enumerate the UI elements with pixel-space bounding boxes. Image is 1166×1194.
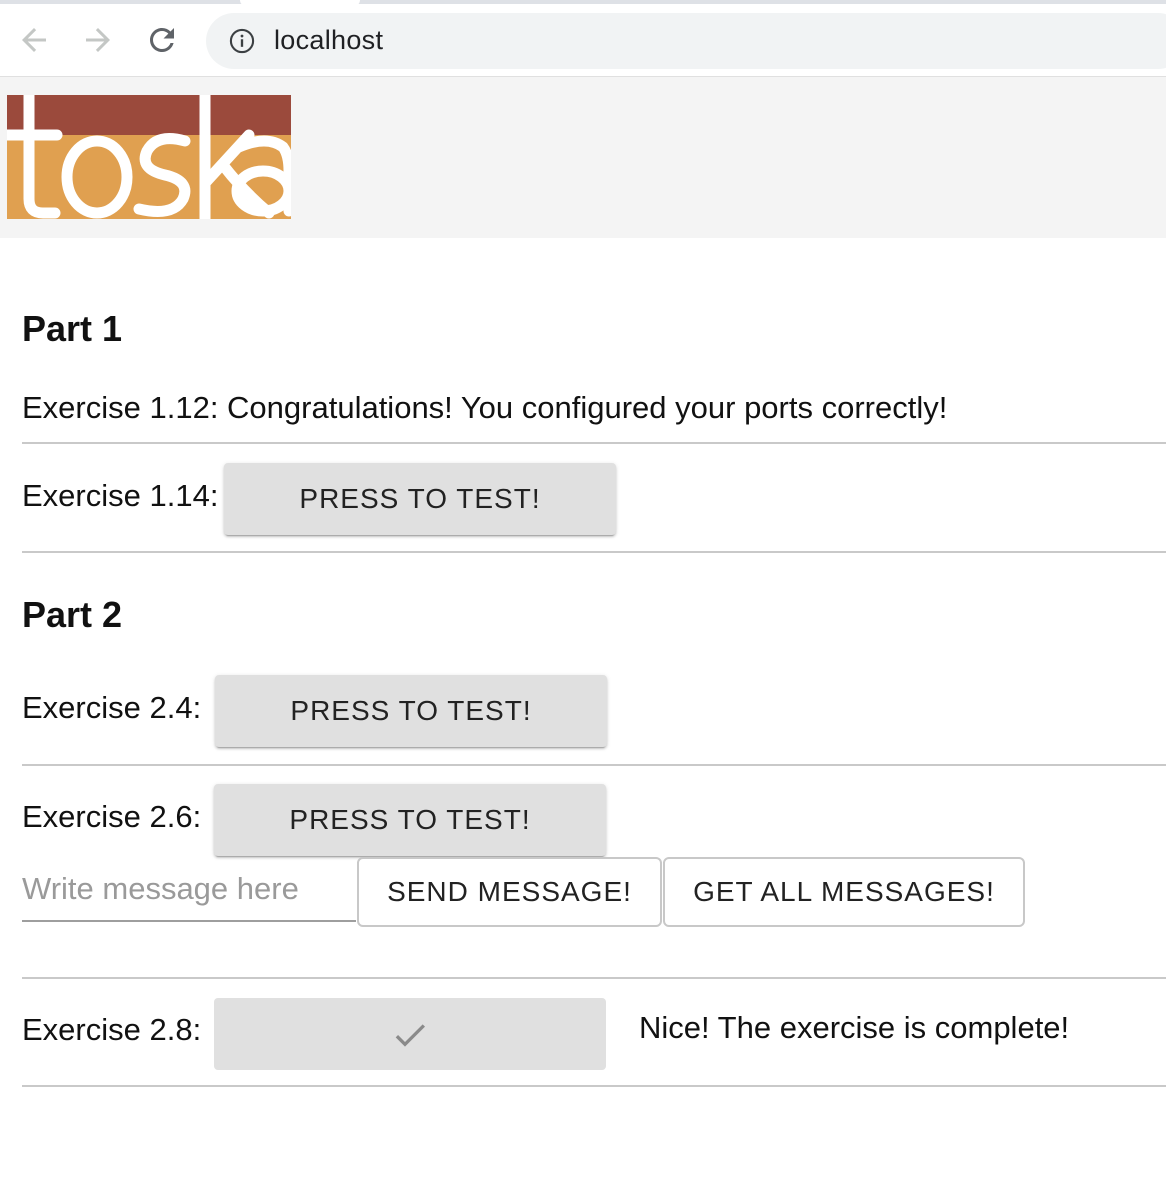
send-message-button[interactable]: SEND MESSAGE! bbox=[357, 857, 662, 927]
exercise-1-14-label: Exercise 1.14: bbox=[22, 478, 219, 513]
address-bar[interactable]: localhost bbox=[206, 13, 1166, 69]
part2-title: Part 2 bbox=[22, 594, 123, 635]
exercise-2-8-label: Exercise 2.8: bbox=[22, 1012, 202, 1047]
browser-toolbar: localhost bbox=[0, 4, 1166, 77]
page-header bbox=[0, 77, 1166, 238]
arrow-left-icon bbox=[22, 28, 46, 52]
exercise-2-4-test-button[interactable]: PRESS TO TEST! bbox=[215, 675, 607, 747]
exercise-2-8-done-button bbox=[214, 998, 606, 1070]
divider bbox=[22, 764, 1166, 766]
exercise-2-4-label: Exercise 2.4: bbox=[22, 690, 202, 725]
divider bbox=[22, 1085, 1166, 1087]
arrow-right-icon bbox=[86, 28, 110, 52]
exercise-1-12-text: Exercise 1.12: Congratulations! You conf… bbox=[22, 390, 948, 425]
info-icon[interactable] bbox=[228, 27, 256, 55]
reload-button[interactable] bbox=[144, 22, 180, 58]
message-input[interactable] bbox=[22, 858, 356, 922]
divider bbox=[22, 442, 1166, 444]
get-all-messages-button[interactable]: GET ALL MESSAGES! bbox=[663, 857, 1025, 927]
exercise-2-6-label: Exercise 2.6: bbox=[22, 799, 202, 834]
reload-icon bbox=[150, 27, 174, 52]
forward-button[interactable] bbox=[80, 22, 116, 58]
back-button[interactable] bbox=[16, 22, 52, 58]
url-text: localhost bbox=[274, 25, 384, 55]
divider bbox=[22, 551, 1166, 553]
toska-logo bbox=[7, 95, 291, 219]
exercise-2-8-result: Nice! The exercise is complete! bbox=[639, 1010, 1070, 1045]
part1-title: Part 1 bbox=[22, 308, 123, 349]
divider bbox=[22, 977, 1166, 979]
exercise-2-6-test-button[interactable]: PRESS TO TEST! bbox=[214, 784, 606, 856]
exercise-1-14-test-button[interactable]: PRESS TO TEST! bbox=[224, 463, 616, 535]
check-icon bbox=[395, 1023, 425, 1047]
